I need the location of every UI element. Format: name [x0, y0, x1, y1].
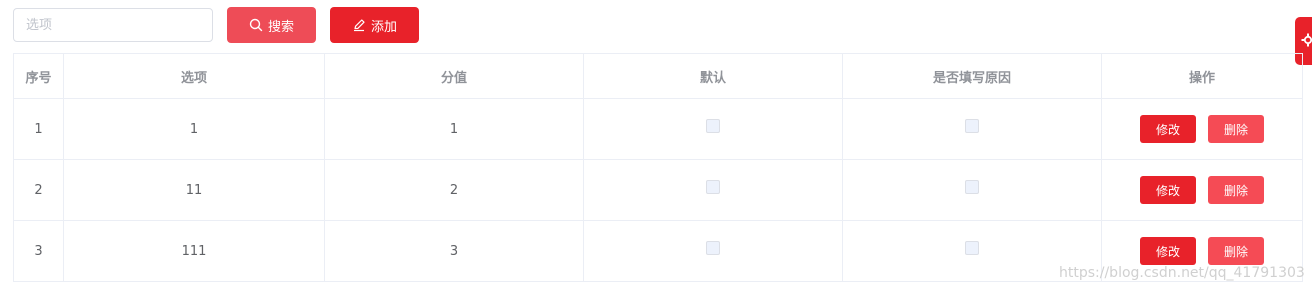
cell-actions: 修改 删除: [1101, 98, 1303, 160]
default-checkbox[interactable]: [706, 180, 720, 194]
cell-option: 111: [63, 220, 325, 282]
cell-reason: [842, 159, 1102, 221]
cell-default: [583, 220, 843, 282]
cell-default: [583, 98, 843, 160]
delete-button[interactable]: 删除: [1208, 237, 1264, 265]
header-default: 默认: [583, 53, 843, 99]
cell-default: [583, 159, 843, 221]
header-actions: 操作: [1101, 53, 1303, 99]
search-button[interactable]: 搜索: [227, 7, 316, 43]
table-row: 1 1 1 修改 删除: [13, 98, 1303, 160]
header-reason: 是否填写原因: [842, 53, 1102, 99]
default-checkbox[interactable]: [706, 119, 720, 133]
edit-button[interactable]: 修改: [1140, 237, 1196, 265]
watermark: https://blog.csdn.net/qq_41791303: [1059, 265, 1305, 281]
cell-index: 3: [13, 220, 64, 282]
options-table: 序号 选项 分值 默认 是否填写原因 操作 1 1 1 修改 删除 2 11 2 …: [13, 53, 1303, 282]
gear-icon: [1301, 33, 1312, 47]
cell-score: 3: [324, 220, 584, 282]
header-option: 选项: [63, 53, 325, 99]
cell-option: 11: [63, 159, 325, 221]
edit-pen-icon: [352, 18, 366, 32]
add-button[interactable]: 添加: [330, 7, 419, 43]
header-index: 序号: [13, 53, 64, 99]
delete-button[interactable]: 删除: [1208, 176, 1264, 204]
cell-index: 2: [13, 159, 64, 221]
reason-checkbox[interactable]: [965, 180, 979, 194]
default-checkbox[interactable]: [706, 241, 720, 255]
cell-reason: [842, 98, 1102, 160]
cell-score: 2: [324, 159, 584, 221]
edit-button[interactable]: 修改: [1140, 115, 1196, 143]
toolbar: 搜索 添加: [13, 7, 419, 43]
search-icon: [249, 18, 263, 32]
cell-score: 1: [324, 98, 584, 160]
delete-button[interactable]: 删除: [1208, 115, 1264, 143]
cell-actions: 修改 删除: [1101, 159, 1303, 221]
header-score: 分值: [324, 53, 584, 99]
search-button-label: 搜索: [267, 19, 294, 35]
table-row: 2 11 2 修改 删除: [13, 159, 1303, 221]
search-input[interactable]: [13, 8, 213, 42]
reason-checkbox[interactable]: [965, 241, 979, 255]
add-button-label: 添加: [370, 19, 397, 35]
reason-checkbox[interactable]: [965, 119, 979, 133]
edit-button[interactable]: 修改: [1140, 176, 1196, 204]
cell-index: 1: [13, 98, 64, 160]
table-header-row: 序号 选项 分值 默认 是否填写原因 操作: [13, 53, 1303, 99]
cell-option: 1: [63, 98, 325, 160]
